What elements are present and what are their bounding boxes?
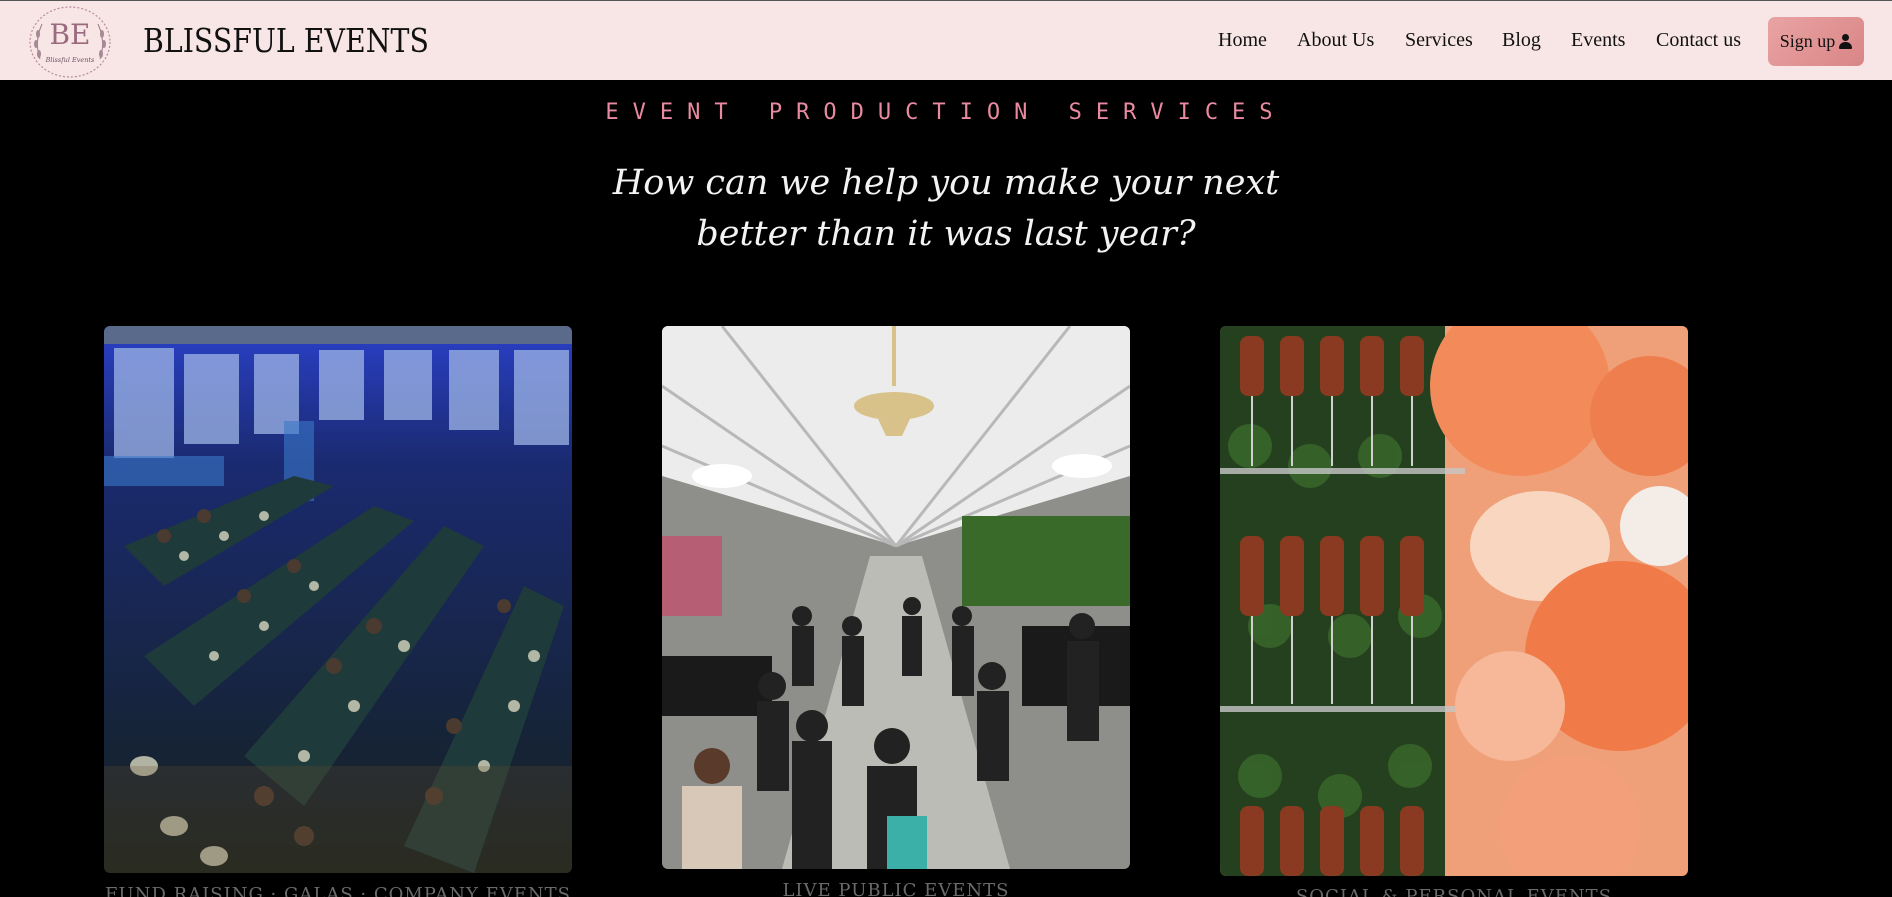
card-image-fundraising[interactable] [104, 326, 572, 873]
nav-contact-us[interactable]: Contact us [1656, 29, 1741, 52]
signup-button[interactable]: Sign up [1768, 17, 1864, 66]
nav-services[interactable]: Services [1405, 29, 1473, 52]
headline-line-2: better than it was last year? [696, 214, 1196, 254]
card-image-social[interactable] [1220, 326, 1688, 876]
nav-about-us[interactable]: About Us [1297, 29, 1374, 52]
logo[interactable]: BE Blissful Events [26, 4, 114, 80]
logo-initials: BE [49, 18, 90, 51]
section-headline: How can we help you make your next bette… [0, 158, 1892, 260]
card-caption-live-public[interactable]: LIVE PUBLIC EVENTS [662, 880, 1130, 897]
user-icon [1839, 34, 1853, 49]
signup-label: Sign up [1779, 31, 1836, 51]
site-header: BE Blissful Events BLISSFUL EVENTS Home … [0, 0, 1892, 80]
card-caption-fundraising[interactable]: FUND RAISING · GALAS · COMPANY EVENTS [104, 884, 572, 897]
section-eyebrow: EVENT PRODUCTION SERVICES [605, 100, 1287, 125]
logo-script: Blissful Events [45, 56, 95, 64]
headline-line-1: How can we help you make your next [612, 163, 1280, 203]
nav-home[interactable]: Home [1218, 29, 1267, 52]
brand-name[interactable]: BLISSFUL EVENTS [143, 21, 429, 60]
card-image-live-public[interactable] [662, 326, 1130, 869]
nav-events[interactable]: Events [1571, 29, 1625, 52]
nav-blog[interactable]: Blog [1502, 29, 1541, 52]
card-caption-social[interactable]: SOCIAL & PERSONAL EVENTS [1220, 886, 1688, 897]
